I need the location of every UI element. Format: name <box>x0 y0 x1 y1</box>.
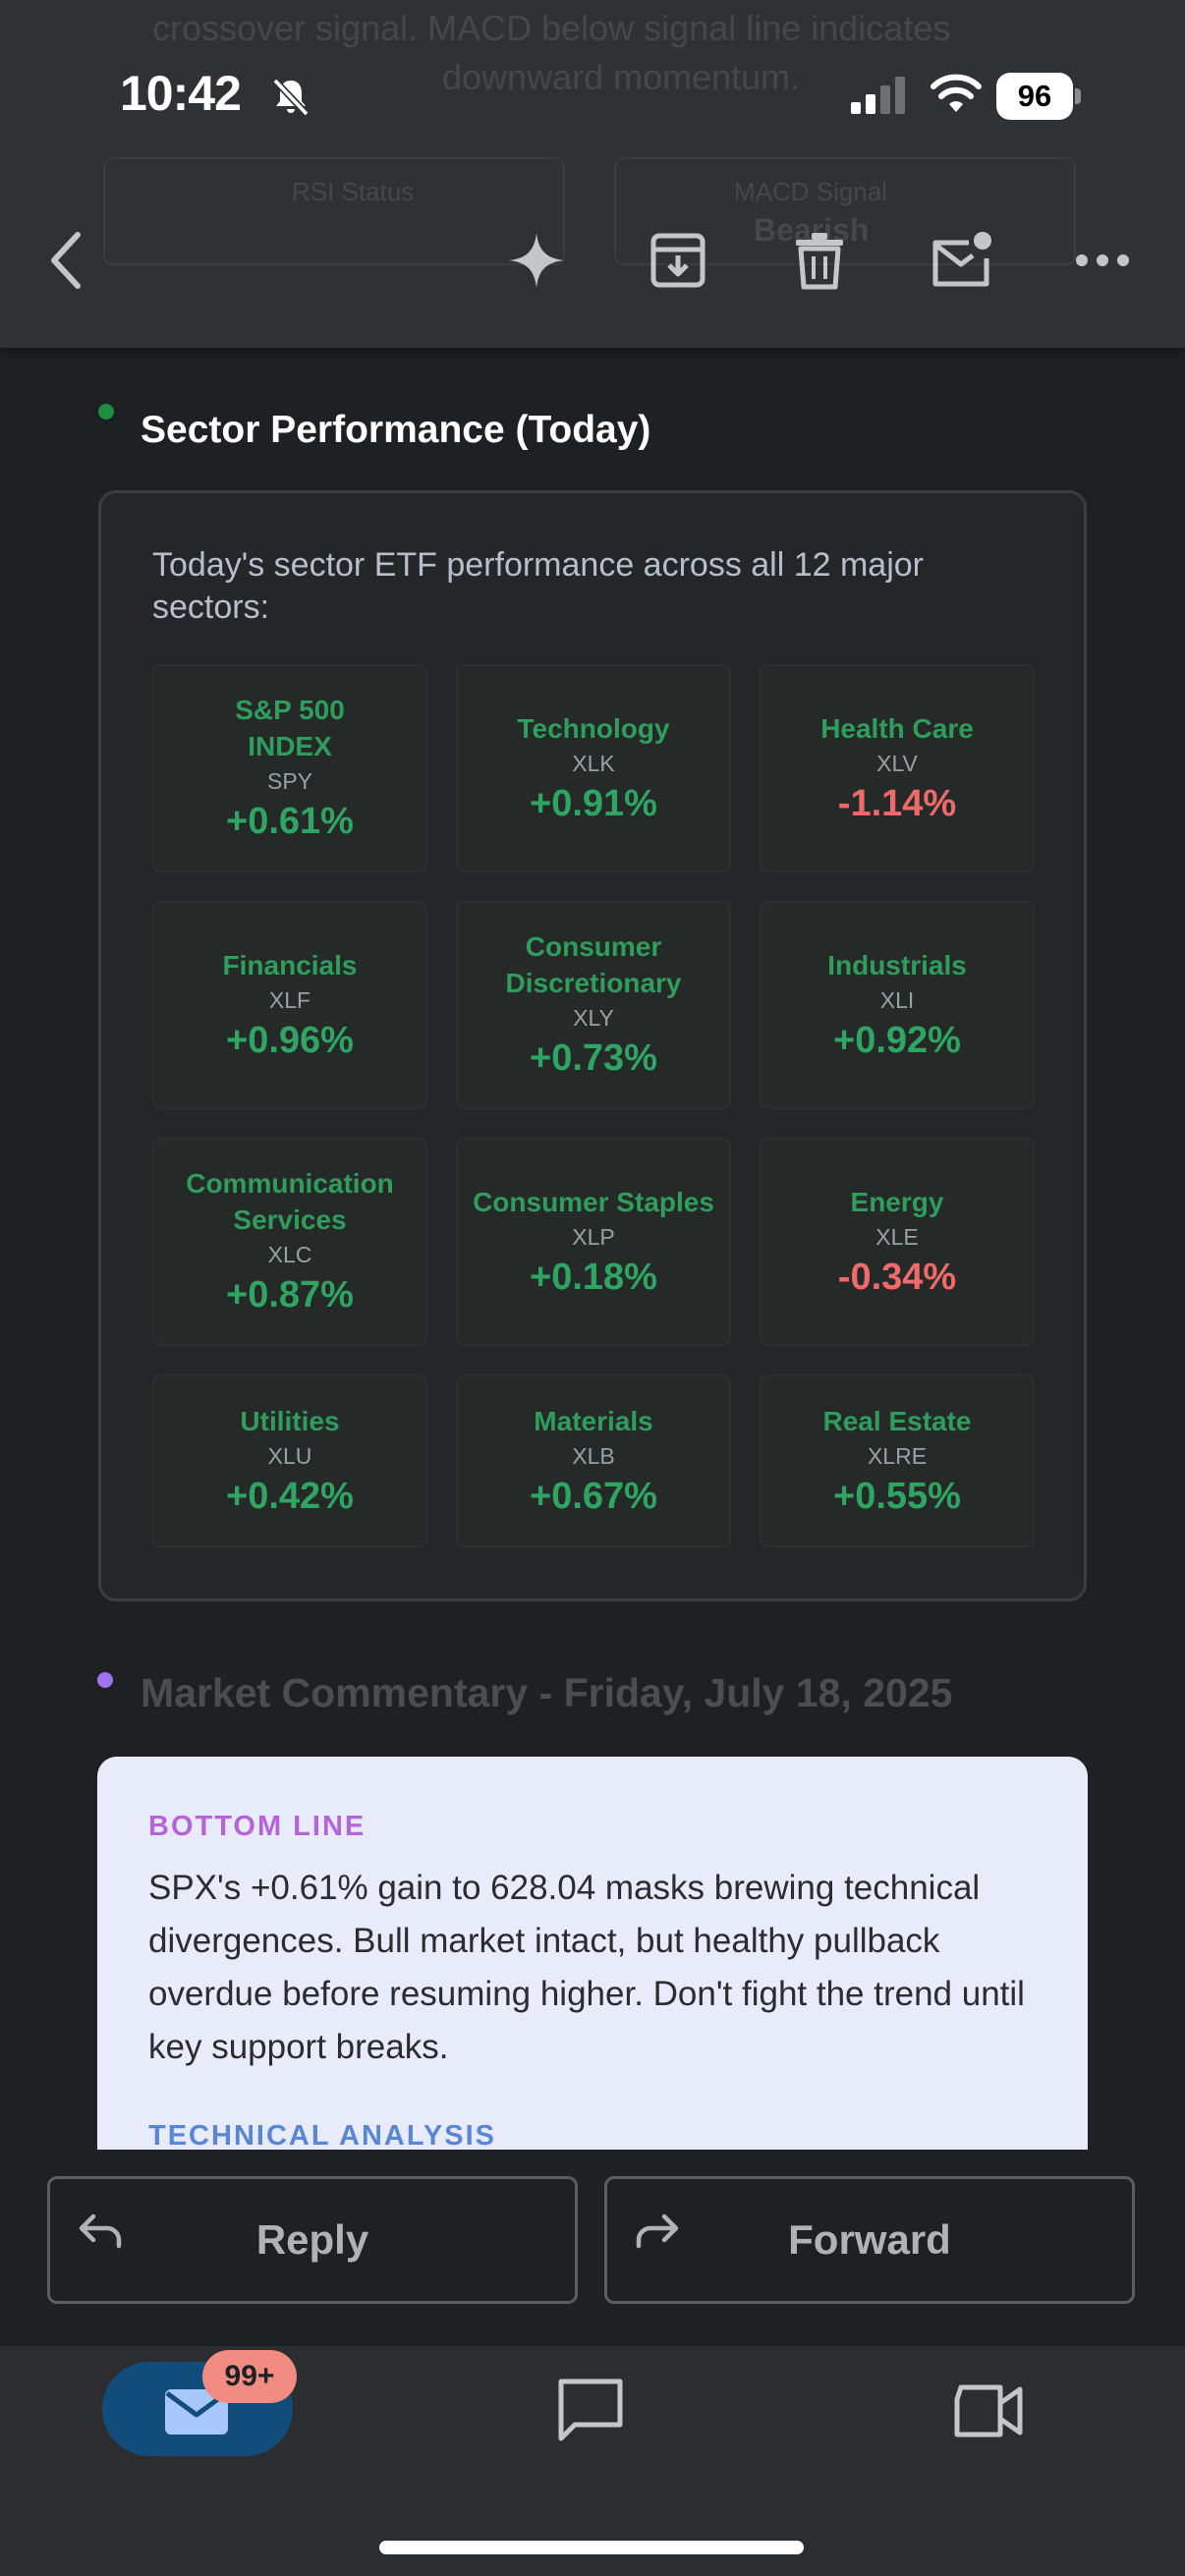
more-icon <box>1076 254 1129 266</box>
sector-ticker: XLY <box>573 1005 614 1031</box>
sector-name: Energy <box>850 1186 944 1217</box>
sector-tile: Consumer Discretionary XLY +0.73% <box>456 901 731 1109</box>
battery-level: 96 <box>1017 79 1052 113</box>
nav-chat-tab[interactable] <box>555 2376 626 2446</box>
sector-tile: Technology XLK +0.91% <box>456 664 731 872</box>
action-bar: Reply Forward <box>0 2150 1185 2346</box>
sector-change: -0.34% <box>837 1256 957 1298</box>
sector-change: +0.73% <box>530 1037 657 1079</box>
sector-change: +0.55% <box>833 1475 961 1517</box>
forward-label: Forward <box>788 2216 951 2263</box>
sector-ticker: XLP <box>572 1223 615 1250</box>
bottom-line-text: SPX's +0.61% gain to 628.04 masks brewin… <box>148 1869 1025 2066</box>
nav-meet-tab[interactable] <box>953 2381 1024 2440</box>
sector-change: +0.18% <box>530 1256 657 1298</box>
sector-change: +0.87% <box>226 1274 354 1316</box>
forward-button[interactable]: Forward <box>604 2176 1135 2304</box>
commentary-section-title: Market Commentary - Friday, July 18, 202… <box>141 1670 953 1715</box>
sector-ticker: XLI <box>879 986 915 1013</box>
sector-ticker: XLK <box>572 750 615 776</box>
sector-name: Utilities <box>240 1405 340 1436</box>
bell-off-icon <box>272 78 310 117</box>
back-icon <box>51 232 81 289</box>
sector-tile: Materials XLB +0.67% <box>456 1374 731 1547</box>
battery-icon: 96 <box>996 73 1081 120</box>
section-bullet-dot <box>98 404 114 420</box>
sector-tile: Financials XLF +0.96% <box>152 901 427 1109</box>
sector-change: +0.91% <box>530 782 657 824</box>
sector-tile: Real Estate XLRE +0.55% <box>760 1374 1035 1547</box>
sector-change: +0.92% <box>833 1019 961 1061</box>
more-options-button[interactable] <box>1068 226 1137 295</box>
ghost-card-macd-label: MACD Signal <box>734 177 888 206</box>
archive-icon <box>650 233 705 288</box>
sector-change: +0.42% <box>226 1475 354 1517</box>
sector-tile: Energy XLE -0.34% <box>760 1138 1035 1346</box>
top-bar: crossover signal. MACD below signal line… <box>0 0 1185 348</box>
ghost-card-rsi-label: RSI Status <box>292 177 415 206</box>
sector-change: -1.14% <box>837 782 957 824</box>
delete-button[interactable] <box>785 226 854 295</box>
mail-unread-badge: 99+ <box>202 2350 297 2403</box>
commentary-card: BOTTOM LINE SPX's +0.61% gain to 628.04 … <box>97 1757 1088 2150</box>
sector-ticker: XLF <box>268 986 311 1013</box>
sector-ticker: XLB <box>572 1442 615 1469</box>
bottom-line-label: BOTTOM LINE <box>148 1811 367 1842</box>
sparkle-icon <box>509 233 564 288</box>
sector-ticker: XLC <box>267 1242 312 1267</box>
ghost-text-line1: crossover signal. MACD below signal line… <box>152 8 951 48</box>
wifi-icon <box>931 74 982 112</box>
sector-ticker: XLE <box>875 1223 919 1250</box>
sector-ticker: XLV <box>876 750 918 776</box>
trash-icon <box>796 233 843 290</box>
sector-tile: S&P 500 INDEX SPY +0.61% <box>152 664 427 872</box>
sector-section-title: Sector Performance (Today) <box>141 409 651 451</box>
sector-tile: Industrials XLI +0.92% <box>760 901 1035 1109</box>
mark-unread-icon <box>932 232 991 287</box>
archive-button[interactable] <box>644 226 712 295</box>
sector-name: Industrials <box>827 949 967 980</box>
sector-change: +0.96% <box>226 1019 354 1061</box>
sector-tile: Health Care XLV -1.14% <box>760 664 1035 872</box>
sector-name: Health Care <box>820 712 974 744</box>
sector-name: Real Estate <box>822 1405 972 1436</box>
chat-icon <box>558 2379 623 2441</box>
ai-summary-button[interactable] <box>502 226 571 295</box>
sector-ticker: XLU <box>267 1442 312 1469</box>
sector-tile: Utilities XLU +0.42% <box>152 1374 427 1547</box>
sector-name: Materials <box>534 1405 653 1436</box>
mark-unread-button[interactable] <box>927 226 995 295</box>
ghost-text-line2: downward momentum. <box>442 57 801 97</box>
video-icon <box>954 2384 1023 2437</box>
commentary-bullet-dot <box>97 1672 113 1688</box>
status-time: 10:42 <box>120 66 242 121</box>
sector-name: Financials <box>222 949 358 980</box>
technical-analysis-label: TECHNICAL ANALYSIS <box>148 2120 496 2150</box>
sector-name: Technology <box>517 712 670 744</box>
sector-change: +0.61% <box>226 801 354 842</box>
sector-tile: Consumer Staples XLP +0.18% <box>456 1138 731 1346</box>
bottom-nav: 99+ <box>0 2346 1185 2576</box>
sector-ticker: XLRE <box>867 1442 928 1469</box>
sector-change: +0.67% <box>530 1475 657 1517</box>
sector-intro-text: Today's sector ETF performance across al… <box>152 546 925 626</box>
sector-tile: Communication Services XLC +0.87% <box>152 1138 427 1346</box>
sector-name: Consumer Staples <box>473 1186 714 1217</box>
home-indicator <box>379 2541 804 2554</box>
reply-button[interactable]: Reply <box>47 2176 578 2304</box>
sector-ticker: SPY <box>266 768 313 794</box>
cellular-signal-icon <box>851 77 905 114</box>
back-button[interactable] <box>31 226 100 295</box>
sector-name: S&P 500 INDEX <box>235 695 345 761</box>
sector-name: Consumer Discretionary <box>505 931 682 998</box>
ghost-card-rsi: RSI Status <box>103 157 565 265</box>
reply-label: Reply <box>255 2216 369 2263</box>
sector-name: Communication Services <box>186 1168 394 1235</box>
